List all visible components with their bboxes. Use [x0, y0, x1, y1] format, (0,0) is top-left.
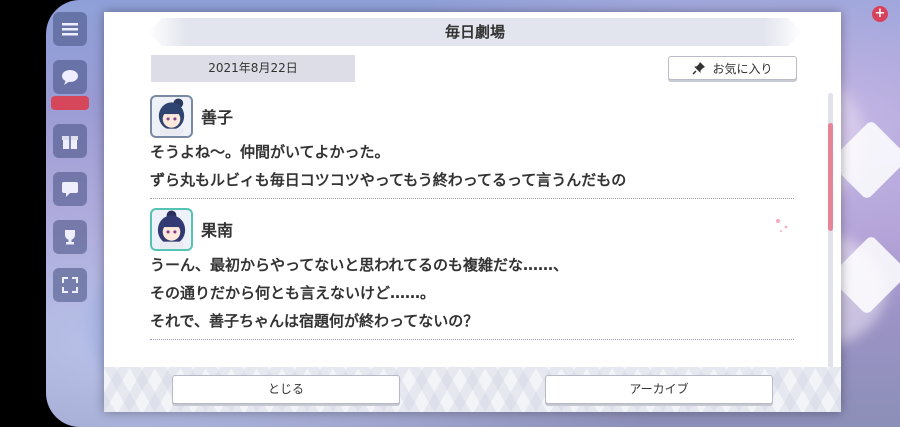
speaker-name: 果南 — [201, 221, 234, 240]
avatar — [150, 94, 193, 138]
dialog-title: 毎日劇場 — [444, 23, 505, 41]
archive-button[interactable]: アーカイブ — [545, 375, 773, 404]
dialogue-entry: 果南 うーん、最初からやってないと思われてるのも複雑だな……、 その通りだから何… — [150, 207, 798, 340]
daily-theater-dialog: 毎日劇場 2021年8月22日 お気に入り 善子 そうよね～。仲間がいてよかった… — [104, 12, 841, 412]
chat-button[interactable] — [53, 172, 87, 206]
menu-icon — [62, 23, 78, 36]
event-badge — [51, 96, 89, 110]
gift-button[interactable] — [53, 124, 87, 158]
scrollbar-thumb[interactable] — [828, 123, 833, 231]
menu-button[interactable] — [53, 12, 87, 46]
yoshiko-portrait-icon — [158, 97, 185, 135]
dialogue-entry: 善子 そうよね～。仲間がいてよかった。 ずら丸もルビィも毎日コツコツやってもう終… — [150, 94, 798, 199]
divider — [150, 198, 794, 199]
sparkle-icon — [776, 219, 788, 232]
dialogue-line: うーん、最初からやってないと思われてるのも複雑だな……、 — [150, 256, 569, 274]
scrollbar[interactable] — [828, 93, 833, 368]
kanan-portrait-icon — [157, 209, 186, 248]
dialogue-log[interactable]: 善子 そうよね～。仲間がいてよかった。 ずら丸もルビィも毎日コツコツやってもう終… — [150, 94, 798, 364]
title-bar: 毎日劇場 — [148, 18, 802, 46]
speaker-name: 善子 — [201, 108, 234, 127]
dialogue-line: そうよね～。仲間がいてよかった。 — [150, 143, 390, 161]
trophy-icon — [65, 230, 75, 245]
side-menu — [50, 6, 90, 421]
plus-icon[interactable]: + — [872, 6, 888, 22]
close-button[interactable]: とじる — [172, 375, 400, 404]
right-decoration: + — [828, 0, 900, 427]
pin-icon — [692, 62, 706, 75]
divider — [150, 339, 794, 340]
dialogue-line: それで、善子ちゃんは宿題何が終わってないの？ — [150, 312, 479, 330]
dialogue-line: ずら丸もルビィも毎日コツコツやってもう終わってるって言うんだもの — [150, 171, 627, 189]
speaker-row: 善子 — [150, 94, 798, 138]
dialog-footer: とじる アーカイブ — [104, 367, 841, 412]
favorite-label: お気に入り — [712, 61, 773, 76]
fullscreen-icon — [62, 277, 78, 293]
gift-icon — [62, 136, 78, 149]
speech-icon — [62, 70, 78, 85]
chat-icon — [62, 182, 78, 197]
date-label: 2021年8月22日 — [151, 55, 355, 82]
speaker-row: 果南 — [150, 207, 798, 251]
favorite-button[interactable]: お気に入り — [668, 56, 797, 80]
speech-button[interactable] — [53, 60, 87, 94]
trophy-button[interactable] — [53, 220, 87, 254]
dialogue-line: その通りだから何とも言えないけど……。 — [150, 284, 436, 302]
fullscreen-button[interactable] — [53, 268, 87, 302]
avatar — [150, 207, 193, 251]
